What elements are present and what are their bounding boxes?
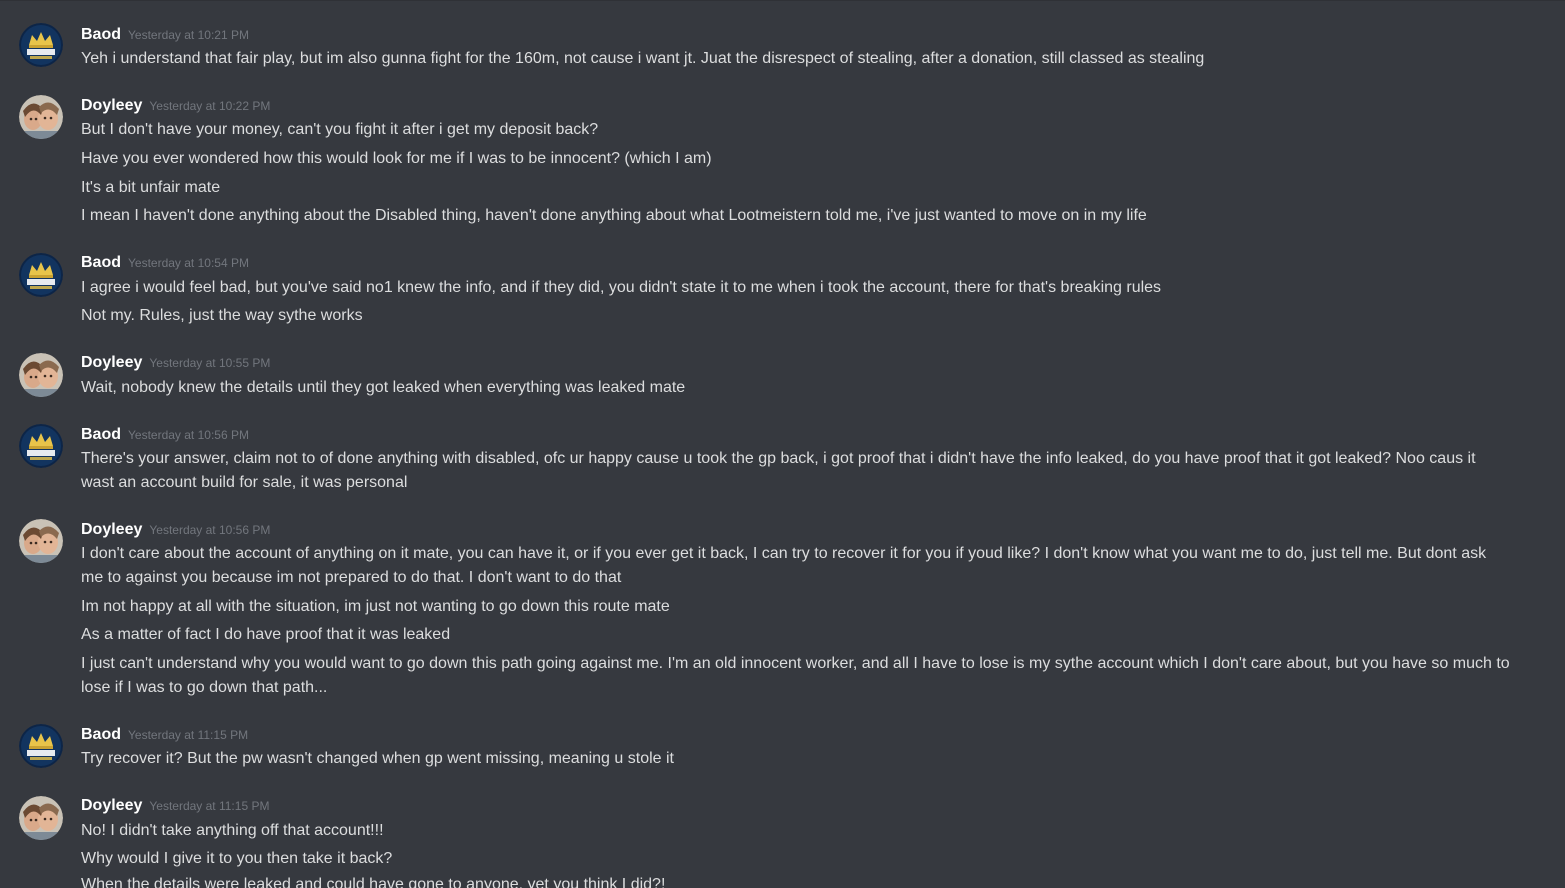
message-text: Have you ever wondered how this would lo… [81, 150, 712, 167]
user-photo-avatar[interactable] [19, 796, 63, 840]
message-text: Im not happy at all with the situation, … [81, 598, 670, 615]
message-header: Baod Yesterday at 10:54 PM [81, 252, 249, 274]
crown-owner-icon[interactable] [19, 424, 63, 468]
message-text: When the details were leaked and could h… [81, 876, 666, 888]
message-timestamp[interactable]: Yesterday at 10:22 PM [149, 99, 270, 113]
message-text: Yeh i understand that fair play, but im … [81, 50, 1205, 67]
message-text: I don't care about the account of anythi… [81, 545, 1487, 586]
message-text: There's your answer, claim not to of don… [81, 450, 1476, 491]
message-timestamp[interactable]: Yesterday at 11:15 PM [128, 728, 248, 742]
user-photo-avatar[interactable] [19, 95, 63, 139]
message-text: I mean I haven't done anything about the… [81, 207, 1147, 224]
message-header: Baod Yesterday at 11:15 PM [81, 724, 248, 746]
user-photo-avatar[interactable] [19, 353, 63, 397]
message-text: As a matter of fact I do have proof that… [81, 626, 451, 643]
author-name[interactable]: Doyleey [81, 521, 142, 538]
message-header: Doyleey Yesterday at 10:56 PM [81, 519, 270, 541]
message-timestamp[interactable]: Yesterday at 10:55 PM [149, 356, 270, 370]
message-timestamp[interactable]: Yesterday at 10:56 PM [149, 523, 270, 537]
crown-owner-icon[interactable] [19, 23, 63, 67]
author-name[interactable]: Baod [81, 254, 121, 271]
message-text: Try recover it? But the pw wasn't change… [81, 750, 674, 767]
message-text: I agree i would feel bad, but you've sai… [81, 279, 1162, 296]
message-header: Doyleey Yesterday at 10:55 PM [81, 352, 270, 374]
message-text: Wait, nobody knew the details until they… [81, 379, 686, 396]
chat-messages-area[interactable]: Baod Yesterday at 10:21 PM Yeh i understa… [0, 0, 1565, 888]
author-name[interactable]: Doyleey [81, 97, 142, 114]
message-text: I just can't understand why you would wa… [81, 655, 1510, 696]
message-text: Not my. Rules, just the way sythe works [81, 307, 363, 324]
message-text: It's a bit unfair mate [81, 179, 221, 196]
message-header: Baod Yesterday at 10:56 PM [81, 424, 249, 446]
message-text: No! I didn't take anything off that acco… [81, 822, 384, 839]
user-photo-avatar[interactable] [19, 519, 63, 563]
message-timestamp[interactable]: Yesterday at 10:56 PM [128, 428, 249, 442]
message-timestamp[interactable]: Yesterday at 11:15 PM [149, 799, 269, 813]
message-header: Doyleey Yesterday at 11:15 PM [81, 795, 269, 817]
message-text: Why would I give it to you then take it … [81, 850, 393, 867]
crown-owner-icon[interactable] [19, 724, 63, 768]
message-timestamp[interactable]: Yesterday at 10:54 PM [128, 256, 249, 270]
message-text: But I don't have your money, can't you f… [81, 121, 599, 138]
author-name[interactable]: Baod [81, 426, 121, 443]
message-header: Doyleey Yesterday at 10:22 PM [81, 95, 270, 117]
message-timestamp[interactable]: Yesterday at 10:21 PM [128, 28, 249, 42]
author-name[interactable]: Doyleey [81, 797, 142, 814]
message-header: Baod Yesterday at 10:21 PM [81, 24, 249, 46]
author-name[interactable]: Baod [81, 26, 121, 43]
author-name[interactable]: Baod [81, 726, 121, 743]
author-name[interactable]: Doyleey [81, 354, 142, 371]
crown-owner-icon[interactable] [19, 253, 63, 297]
